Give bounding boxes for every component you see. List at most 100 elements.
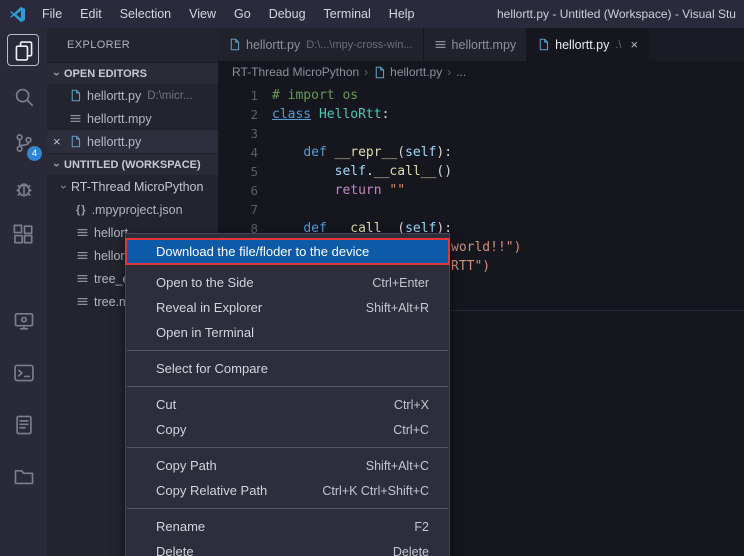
tab-label: hellortt.mpy (452, 38, 517, 52)
token (272, 183, 335, 198)
output-icon (13, 414, 35, 436)
context-menu-item-copy-relative-path[interactable]: Copy Relative PathCtrl+K Ctrl+Shift+C (126, 478, 449, 503)
mpy-file-icon (76, 272, 89, 285)
json-file-icon: {} (76, 204, 87, 216)
token: world!!") (451, 240, 521, 255)
close-icon[interactable]: × (53, 134, 65, 149)
tree-folder[interactable]: › RT-Thread MicroPython (47, 175, 218, 198)
breadcrumb-item[interactable]: ... (456, 65, 466, 79)
open-editor-item[interactable]: hellortt.mpy (47, 107, 218, 130)
menu-selection[interactable]: Selection (111, 0, 180, 28)
context-menu-item-open-in-terminal[interactable]: Open in Terminal (126, 320, 449, 345)
menu-edit[interactable]: Edit (71, 0, 111, 28)
menu-debug[interactable]: Debug (260, 0, 315, 28)
context-menu-item-delete[interactable]: DeleteDelete (126, 539, 449, 556)
menu-item-label: Rename (156, 519, 205, 534)
tab-hellortt-py[interactable]: hellortt.pyD:\...\mpy-cross-win... (218, 28, 424, 61)
activitybar-output-button[interactable] (0, 402, 47, 448)
activity-bar: 4 (0, 28, 47, 556)
breadcrumb-label: ... (456, 65, 466, 79)
activitybar-extensions-button[interactable] (0, 212, 47, 258)
menu-item-label: Download the file/floder to the device (156, 244, 369, 259)
token: RTT") (451, 259, 490, 274)
activitybar-search-button[interactable] (0, 74, 47, 120)
titlebar: FileEditSelectionViewGoDebugTerminalHelp… (0, 0, 744, 28)
token: HelloRtt (319, 107, 382, 122)
activitybar-debug-button[interactable] (0, 166, 47, 212)
open-editor-item[interactable]: hellortt.pyD:\micr... (47, 84, 218, 107)
code-line[interactable]: 7 (218, 200, 744, 219)
context-menu-item-copy-path[interactable]: Copy PathShift+Alt+C (126, 453, 449, 478)
menu-item-label: Open in Terminal (156, 325, 254, 340)
tab-path: .\ (615, 39, 621, 51)
breadcrumb-label: hellortt.py (390, 65, 442, 79)
tree-item[interactable]: {} .mpyproject.json (47, 198, 218, 221)
line-number: 3 (218, 126, 258, 141)
code-line[interactable]: 1 # import os (218, 86, 744, 105)
menu-item-shortcut: Ctrl+C (393, 423, 429, 437)
workspace-header[interactable]: › UNTITLED (WORKSPACE) (47, 153, 218, 175)
context-menu-item-copy[interactable]: CopyCtrl+C (126, 417, 449, 442)
search-icon (13, 86, 35, 108)
activitybar-folder-button[interactable] (0, 454, 47, 500)
close-icon[interactable]: × (630, 37, 638, 52)
menu-file[interactable]: File (33, 0, 71, 28)
activitybar-explorer-button[interactable] (0, 28, 47, 74)
menu-item-label: Open to the Side (156, 275, 254, 290)
token (272, 164, 335, 179)
code-line[interactable]: 2class HelloRtt: (218, 105, 744, 124)
menu-help[interactable]: Help (380, 0, 424, 28)
context-menu-item-cut[interactable]: CutCtrl+X (126, 392, 449, 417)
mpy-file-icon (69, 112, 82, 125)
code-line[interactable]: 3 (218, 124, 744, 143)
breadcrumb-item[interactable]: hellortt.py (373, 65, 442, 79)
token: . (366, 164, 374, 179)
mpy-file-icon (434, 38, 447, 51)
context-menu-item-download-the-file-floder-to-the-device[interactable]: Download the file/floder to the device (126, 239, 449, 264)
menu-item-shortcut: Shift+Alt+C (366, 459, 429, 473)
menu-item-label: Select for Compare (156, 361, 268, 376)
activitybar-terminal-button[interactable] (0, 350, 47, 396)
python-file-icon (228, 38, 241, 51)
code-line[interactable]: 5 self.__call__() (218, 162, 744, 181)
extensions-icon (13, 224, 35, 246)
context-menu-item-select-for-compare[interactable]: Select for Compare (126, 356, 449, 381)
breadcrumb: RT-Thread MicroPython›hellortt.py›... (218, 61, 744, 83)
code-line[interactable]: 4 def __repr__(self): (218, 143, 744, 162)
line-number: 5 (218, 164, 258, 179)
context-menu-item-open-to-the-side[interactable]: Open to the SideCtrl+Enter (126, 270, 449, 295)
file-path: D:\micr... (147, 90, 192, 102)
chevron-down-icon: › (57, 180, 71, 194)
mpy-file-icon (76, 249, 89, 262)
token (327, 145, 335, 160)
menu-go[interactable]: Go (225, 0, 260, 28)
line-number: 1 (218, 88, 258, 103)
token: self (335, 164, 366, 179)
context-menu-item-reveal-in-explorer[interactable]: Reveal in ExplorerShift+Alt+R (126, 295, 449, 320)
open-editor-item[interactable]: ×hellortt.py (47, 130, 218, 153)
code-text: # import os (272, 88, 358, 103)
code-line[interactable]: 6 return "" (218, 181, 744, 200)
breadcrumb-label: RT-Thread MicroPython (232, 65, 359, 79)
menu-terminal[interactable]: Terminal (315, 0, 380, 28)
mpy-file-icon (76, 295, 89, 308)
token: ( (397, 145, 405, 160)
menu-item-label: Copy Relative Path (156, 483, 267, 498)
tab-path: D:\...\mpy-cross-win... (306, 39, 412, 51)
code-text: self.__call__() (272, 164, 452, 179)
file-name: .mpyproject.json (92, 203, 183, 217)
tab-hellortt-py[interactable]: hellortt.py.\× (527, 28, 649, 61)
tab-hellortt-mpy[interactable]: hellortt.mpy (424, 28, 528, 61)
open-editors-header[interactable]: › OPEN EDITORS (47, 62, 218, 84)
menubar: FileEditSelectionViewGoDebugTerminalHelp (33, 0, 424, 28)
token: # import os (272, 88, 358, 103)
chevron-right-icon: › (447, 65, 451, 79)
activitybar-source-control-button[interactable]: 4 (0, 120, 47, 166)
explorer-icon (13, 40, 35, 62)
context-menu-item-rename[interactable]: RenameF2 (126, 514, 449, 539)
chevron-down-icon: › (50, 67, 64, 81)
breadcrumb-item[interactable]: RT-Thread MicroPython (232, 65, 359, 79)
menu-item-label: Cut (156, 397, 176, 412)
menu-view[interactable]: View (180, 0, 225, 28)
activitybar-device-monitor-button[interactable] (0, 298, 47, 344)
